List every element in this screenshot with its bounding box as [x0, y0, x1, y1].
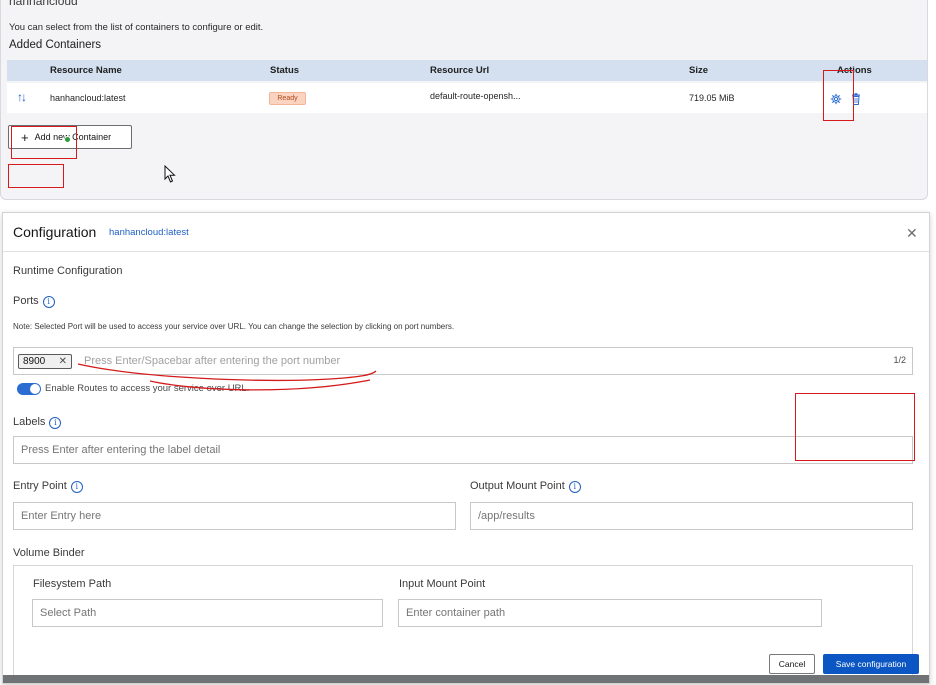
annotation-underline: [77, 363, 377, 391]
mouse-cursor-icon: [164, 165, 176, 183]
